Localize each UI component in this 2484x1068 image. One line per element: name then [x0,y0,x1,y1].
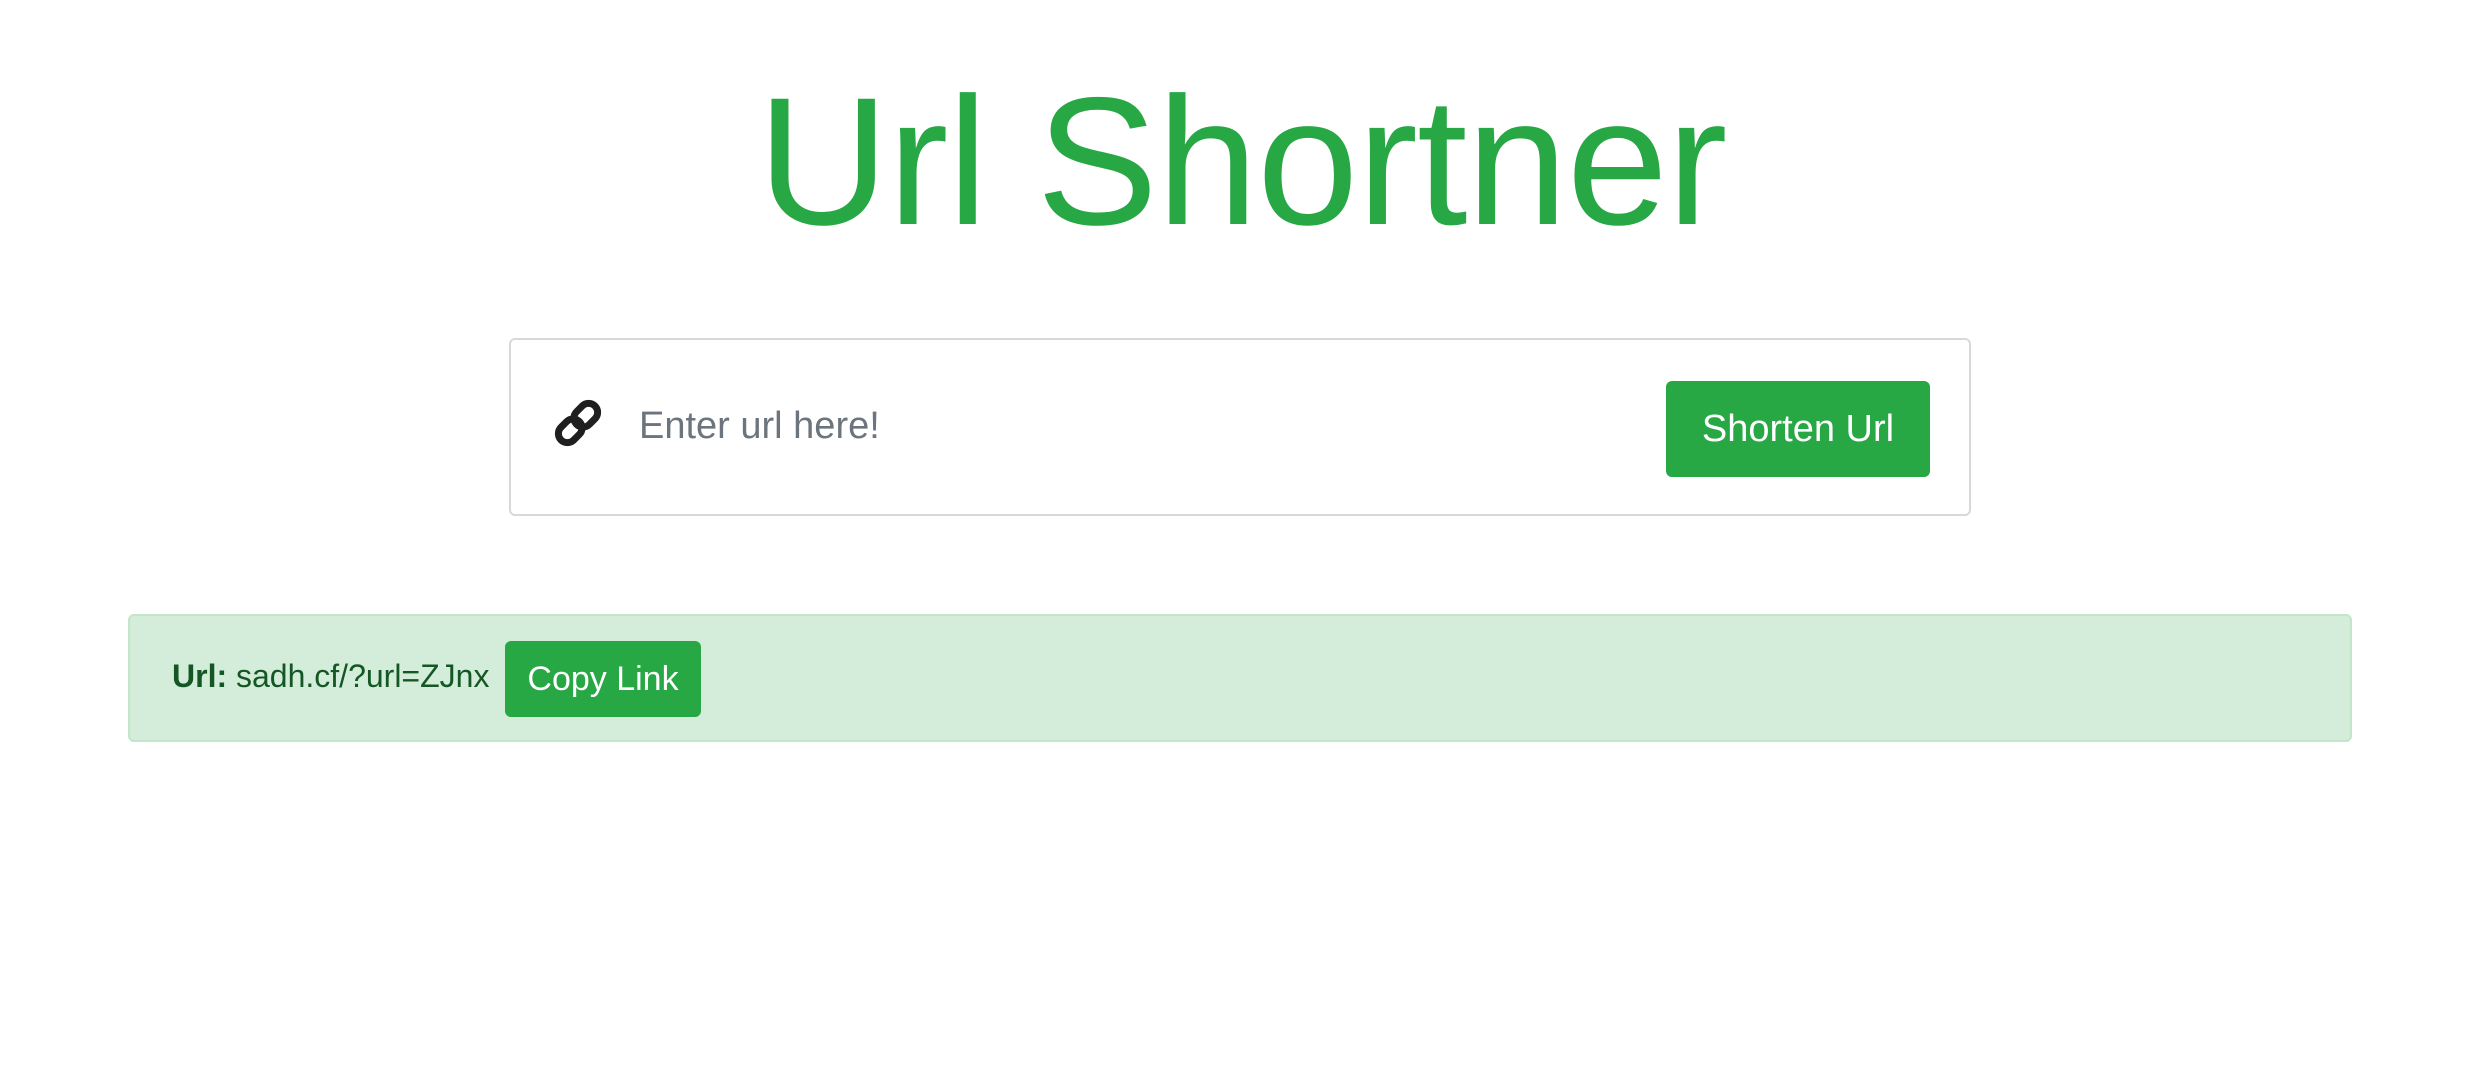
url-input[interactable] [625,380,1653,472]
result-text: Url: sadh.cf/?url=ZJnx [172,654,489,698]
shorten-form: Shorten Url [509,338,1971,516]
page: Url Shortner Shorten Url Url: sadh.cf/?u… [0,0,2484,1068]
result-label: Url: [172,658,228,694]
copy-link-button[interactable]: Copy Link [505,641,701,717]
short-url: sadh.cf/?url=ZJnx [236,658,490,694]
result-alert: Url: sadh.cf/?url=ZJnx Copy Link [128,614,2352,742]
page-title: Url Shortner [757,59,1727,263]
shorten-url-button[interactable]: Shorten Url [1666,381,1930,477]
link-icon [551,396,605,450]
